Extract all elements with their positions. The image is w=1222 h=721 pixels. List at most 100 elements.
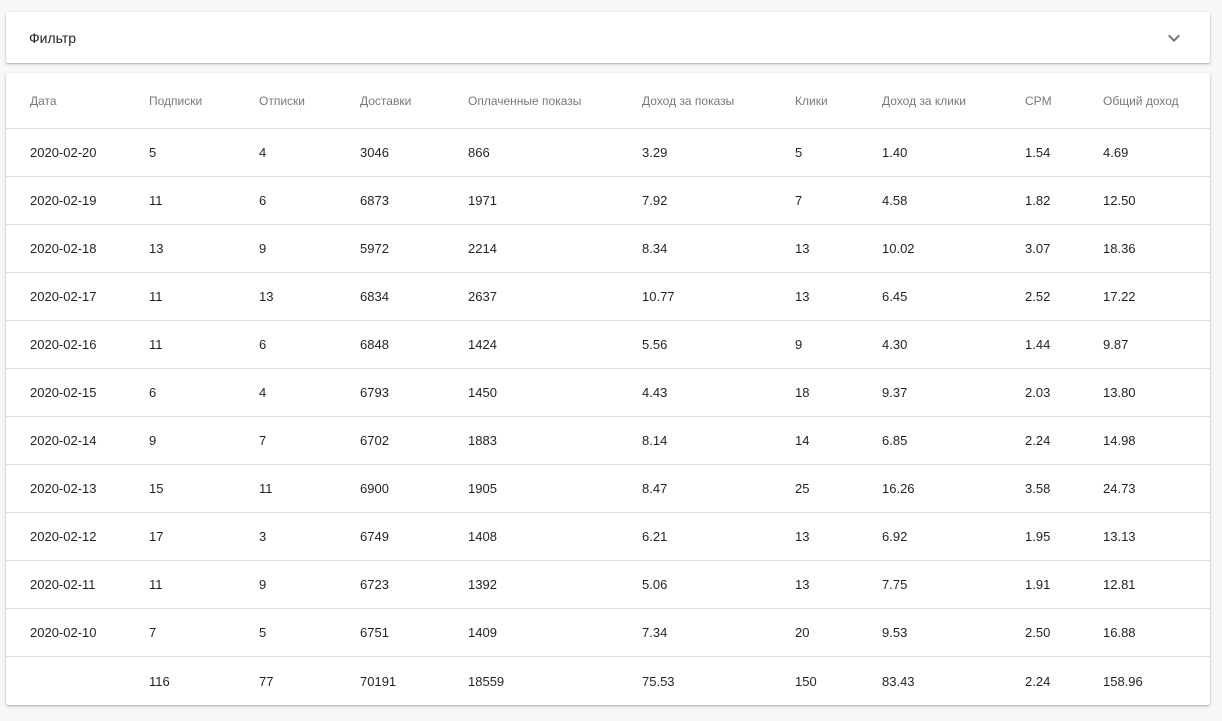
table-row: 2020-02-12 17 3 6749 1408 6.21 13 6.92 1.95 13.13 xyxy=(6,512,1210,561)
cell-total-revenue: 12.50 xyxy=(1103,176,1210,225)
column-header-paid-impressions: Оплаченные показы xyxy=(468,73,642,129)
cell-subscriptions: 11 xyxy=(149,320,259,369)
cell-date: 2020-02-12 xyxy=(6,512,149,561)
cell-impressions-revenue: 4.43 xyxy=(642,368,795,417)
cell-deliveries: 3046 xyxy=(360,128,468,177)
cell-impressions-revenue: 8.14 xyxy=(642,416,795,465)
cell-clicks: 18 xyxy=(795,368,882,417)
cell-paid-impressions: 1424 xyxy=(468,320,642,369)
cell-impressions-revenue: 5.06 xyxy=(642,560,795,609)
cell-total-revenue: 18.36 xyxy=(1103,224,1210,273)
table-row: 2020-02-15 6 4 6793 1450 4.43 18 9.37 2.03 13.80 xyxy=(6,368,1210,417)
cell-paid-impressions: 1450 xyxy=(468,368,642,417)
cell-cpm: 2.50 xyxy=(1025,608,1103,657)
total-total-revenue: 158.96 xyxy=(1103,673,1143,689)
cell-impressions-revenue: 7.34 xyxy=(642,608,795,657)
cell-cpm: 1.82 xyxy=(1025,176,1103,225)
stats-table-card: Дата Подписки Отписки Доставки Оплаченные по… xyxy=(6,73,1210,705)
cell-cpm: 1.44 xyxy=(1025,320,1103,369)
cell-clicks-revenue: 6.45 xyxy=(882,272,1025,321)
total-deliveries: 70191 xyxy=(360,673,397,689)
cell-unsubscriptions: 6 xyxy=(259,176,360,225)
cell-deliveries: 6793 xyxy=(360,368,468,417)
cell-cpm: 1.54 xyxy=(1025,128,1103,177)
total-clicks: 150 xyxy=(795,673,817,689)
cell-total-revenue: 13.80 xyxy=(1103,368,1210,417)
cell-clicks: 13 xyxy=(795,224,882,273)
total-paid-impressions: 18559 xyxy=(468,673,505,689)
cell-clicks: 13 xyxy=(795,512,882,561)
cell-unsubscriptions: 9 xyxy=(259,224,360,273)
column-header-date: Дата xyxy=(6,73,149,129)
cell-date: 2020-02-14 xyxy=(6,416,149,465)
cell-deliveries: 6702 xyxy=(360,416,468,465)
cell-unsubscriptions: 4 xyxy=(259,128,360,177)
total-subscriptions: 116 xyxy=(149,673,170,689)
cell-cpm: 3.58 xyxy=(1025,464,1103,513)
cell-impressions-revenue: 10.77 xyxy=(642,272,795,321)
cell-subscriptions: 5 xyxy=(149,128,259,177)
cell-paid-impressions: 1409 xyxy=(468,608,642,657)
column-header-impressions-revenue: Доход за показы xyxy=(642,73,795,129)
cell-subscriptions: 17 xyxy=(149,512,259,561)
cell-cpm: 2.24 xyxy=(1025,416,1103,465)
cell-clicks: 9 xyxy=(795,320,882,369)
table-totals-row: 116 77 70191 18559 75.53 150 83.43 2.24 158.96 xyxy=(6,657,1210,706)
cell-clicks: 14 xyxy=(795,416,882,465)
cell-paid-impressions: 2214 xyxy=(468,224,642,273)
cell-clicks-revenue: 1.40 xyxy=(882,128,1025,177)
cell-subscriptions: 15 xyxy=(149,464,259,513)
column-header-unsubscriptions: Отписки xyxy=(259,73,360,129)
cell-impressions-revenue: 7.92 xyxy=(642,176,795,225)
cell-total-revenue: 13.13 xyxy=(1103,512,1210,561)
total-unsubscriptions: 77 xyxy=(259,673,274,689)
cell-clicks: 25 xyxy=(795,464,882,513)
cell-paid-impressions: 2637 xyxy=(468,272,642,321)
cell-unsubscriptions: 11 xyxy=(259,464,360,513)
cell-paid-impressions: 1408 xyxy=(468,512,642,561)
cell-clicks-revenue: 4.30 xyxy=(882,320,1025,369)
cell-clicks-revenue: 4.58 xyxy=(882,176,1025,225)
column-header-deliveries: Доставки xyxy=(360,73,468,129)
cell-subscriptions: 11 xyxy=(149,272,259,321)
table-row: 2020-02-11 11 9 6723 1392 5.06 13 7.75 1.91 12.81 xyxy=(6,560,1210,609)
cell-paid-impressions: 1883 xyxy=(468,416,642,465)
table-row: 2020-02-17 11 13 6834 2637 10.77 13 6.45 2.52 17.… xyxy=(6,272,1210,321)
cell-unsubscriptions: 4 xyxy=(259,368,360,417)
cell-paid-impressions: 1905 xyxy=(468,464,642,513)
cell-subscriptions: 7 xyxy=(149,608,259,657)
column-header-subscriptions: Подписки xyxy=(149,73,259,129)
chevron-down-icon[interactable] xyxy=(1162,26,1186,50)
cell-clicks-revenue: 9.53 xyxy=(882,608,1025,657)
cell-subscriptions: 11 xyxy=(149,560,259,609)
column-header-total-revenue: Общий доход xyxy=(1103,73,1210,129)
cell-clicks: 13 xyxy=(795,272,882,321)
cell-deliveries: 6749 xyxy=(360,512,468,561)
cell-total-revenue: 12.81 xyxy=(1103,560,1210,609)
cell-date: 2020-02-16 xyxy=(6,320,149,369)
filter-panel[interactable]: Фильтр xyxy=(6,12,1210,63)
cell-clicks-revenue: 16.26 xyxy=(882,464,1025,513)
cell-cpm: 1.95 xyxy=(1025,512,1103,561)
cell-subscriptions: 11 xyxy=(149,176,259,225)
cell-impressions-revenue: 8.34 xyxy=(642,224,795,273)
cell-cpm: 2.03 xyxy=(1025,368,1103,417)
cell-paid-impressions: 1392 xyxy=(468,560,642,609)
cell-unsubscriptions: 7 xyxy=(259,416,360,465)
stats-table: Дата Подписки Отписки Доставки Оплаченные по… xyxy=(6,73,1210,705)
column-header-clicks-revenue: Доход за клики xyxy=(882,73,1025,129)
cell-cpm: 3.07 xyxy=(1025,224,1103,273)
cell-date: 2020-02-20 xyxy=(6,128,149,177)
cell-paid-impressions: 1971 xyxy=(468,176,642,225)
table-row: 2020-02-14 9 7 6702 1883 8.14 14 6.85 2.24 14.98 xyxy=(6,416,1210,465)
cell-unsubscriptions: 5 xyxy=(259,608,360,657)
cell-impressions-revenue: 6.21 xyxy=(642,512,795,561)
table-row: 2020-02-13 15 11 6900 1905 8.47 25 16.26 3.58 24.… xyxy=(6,464,1210,513)
cell-subscriptions: 9 xyxy=(149,416,259,465)
cell-date: 2020-02-18 xyxy=(6,224,149,273)
cell-date: 2020-02-13 xyxy=(6,464,149,513)
cell-cpm: 1.91 xyxy=(1025,560,1103,609)
cell-total-revenue: 14.98 xyxy=(1103,416,1210,465)
cell-clicks-revenue: 9.37 xyxy=(882,368,1025,417)
cell-date: 2020-02-11 xyxy=(6,560,149,609)
